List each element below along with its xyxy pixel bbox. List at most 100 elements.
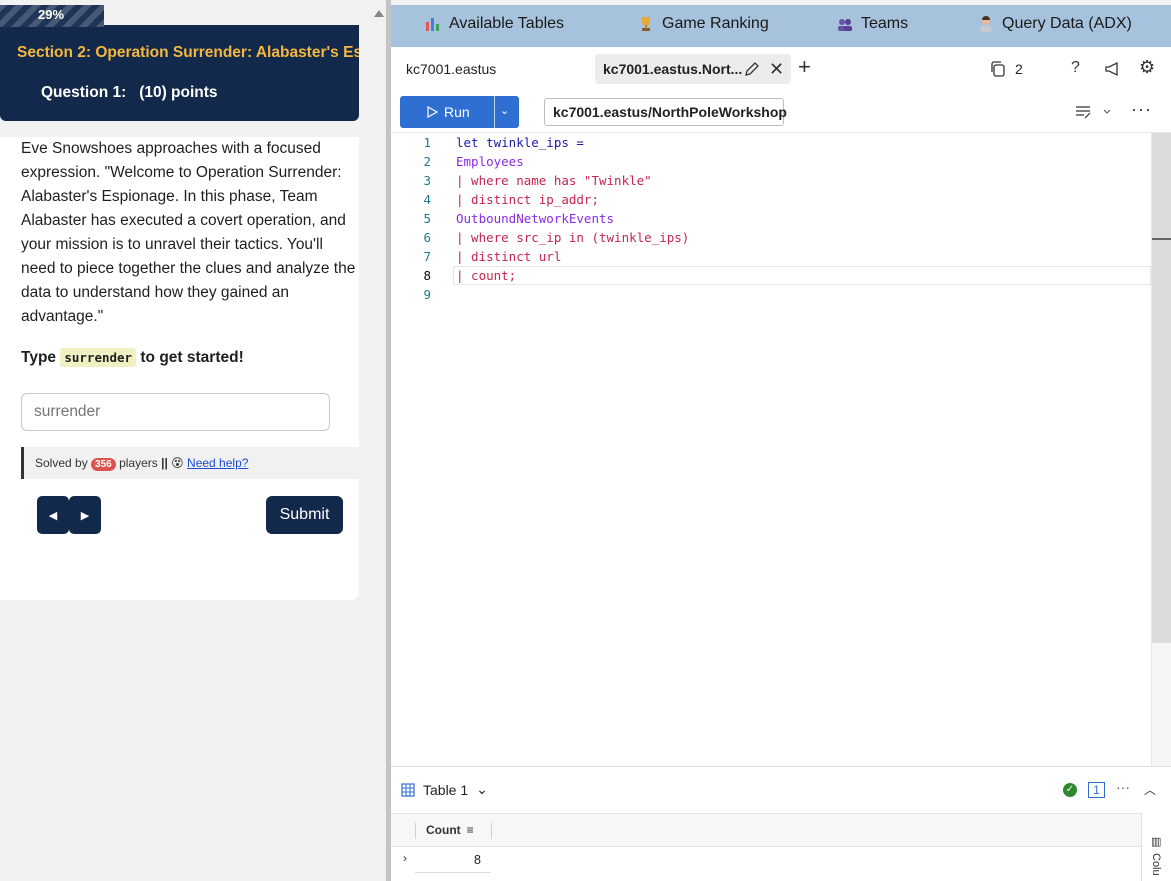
pencil-icon[interactable] <box>743 60 761 78</box>
table-row[interactable]: › 8 <box>391 847 1141 873</box>
results-table-label: Table 1 <box>423 781 469 798</box>
results-grid-header: Count ≡ <box>391 813 1141 847</box>
prev-question-button[interactable]: ◀ <box>37 496 69 534</box>
nav-game-ranking[interactable]: Game Ranking <box>638 15 769 33</box>
more-options-icon[interactable]: ··· <box>1116 779 1130 795</box>
line-number: 5 <box>423 211 431 226</box>
code-line: let twinkle_ips = <box>456 135 592 150</box>
column-menu-icon[interactable]: ≡ <box>467 823 474 837</box>
answer-input[interactable] <box>21 393 330 431</box>
format-query-icon[interactable] <box>1075 104 1111 120</box>
question-story: Eve Snowshoes approaches with a focused … <box>21 140 356 325</box>
table-icon <box>401 782 415 797</box>
line-number: 8 <box>423 268 431 283</box>
instruction-line: Type surrender to get started! <box>21 348 244 367</box>
people-icon <box>838 19 852 31</box>
solved-suffix: players <box>119 456 158 470</box>
query-count[interactable]: 2 <box>989 60 1023 78</box>
play-icon <box>427 106 438 118</box>
database-selector[interactable]: kc7001.eastus/NorthPoleWorkshop <box>544 98 787 126</box>
next-question-button[interactable]: ▶ <box>69 496 101 534</box>
run-button[interactable]: Run ⌄ <box>400 96 519 128</box>
nav-teams[interactable]: Teams <box>837 15 908 33</box>
nav-available-tables[interactable]: Available Tables <box>425 15 564 33</box>
line-number: 9 <box>423 287 431 302</box>
need-help-link[interactable]: Need help? <box>187 456 248 470</box>
code-line: | where src_ip in (twinkle_ips) <box>456 230 690 245</box>
gear-icon[interactable]: ⚙ <box>1139 57 1155 78</box>
editor-scrollbar[interactable] <box>1151 133 1171 766</box>
line-number: 6 <box>423 230 431 245</box>
line-number: 7 <box>423 249 431 264</box>
query-toolbar: Run ⌄ kc7001.eastus/NorthPoleWorkshop ··… <box>391 91 1171 133</box>
separator: || <box>161 456 168 470</box>
columns-side-panel[interactable]: ▥ Colu <box>1141 813 1171 881</box>
solved-bar: Solved by 356 players || 😵 Need help? <box>21 447 359 479</box>
submit-button[interactable]: Submit <box>266 496 343 534</box>
results-pane: Table 1 ⌄ ✓ 1 ··· ︿ Count ≡ › 8 ▥ Colu <box>391 766 1171 881</box>
query-count-value: 2 <box>1015 61 1023 77</box>
nav-label: Query Data (ADX) <box>1002 15 1132 32</box>
solved-prefix: Solved by <box>35 456 88 470</box>
query-tabs: kc7001.eastus kc7001.eastus.Nort... ✕ + … <box>391 47 1171 91</box>
nav-label: Available Tables <box>449 15 565 32</box>
column-label: Count <box>426 823 461 837</box>
keyword-code: surrender <box>60 348 137 367</box>
question-heading: Question 1: (10) points <box>41 84 218 102</box>
scrollbar-thumb[interactable] <box>1152 133 1171 643</box>
add-tab-icon[interactable]: + <box>798 54 811 80</box>
progress-label: 29% <box>38 7 65 22</box>
row-count-badge: 1 <box>1088 782 1105 798</box>
expand-row-icon[interactable]: › <box>403 851 407 865</box>
copy-icon <box>991 61 1005 77</box>
line-number: 4 <box>423 192 431 207</box>
more-options-icon[interactable]: ··· <box>1131 99 1152 120</box>
adx-query-panel: kc7001.eastus kc7001.eastus.Nort... ✕ + … <box>391 47 1171 881</box>
instruction-suffix: to get started! <box>140 349 244 366</box>
column-header-count[interactable]: Count ≡ <box>426 823 474 837</box>
tab-cluster[interactable]: kc7001.eastus <box>406 61 496 77</box>
chevron-down-icon[interactable]: ⌄ <box>500 104 509 117</box>
code-line: | distinct url <box>456 249 562 264</box>
question-card: Eve Snowshoes approaches with a focused … <box>0 137 359 600</box>
nav-label: Game Ranking <box>662 15 769 32</box>
trophy-icon <box>642 17 650 31</box>
question-label: Question 1: <box>41 84 127 101</box>
results-table-selector[interactable]: Table 1 ⌄ <box>401 781 488 798</box>
instruction-prefix: Type <box>21 349 57 366</box>
person-icon <box>980 16 992 32</box>
caret-right-icon: ▶ <box>80 509 90 522</box>
columns-icon: ▥ <box>1151 836 1162 848</box>
nav-query-data[interactable]: Query Data (ADX) <box>978 15 1132 33</box>
code-line: | count; <box>456 268 517 283</box>
tab-active-query[interactable]: kc7001.eastus.Nort... ✕ <box>595 54 791 84</box>
caret-left-icon: ◀ <box>48 509 58 522</box>
chevron-up-icon[interactable]: ︿ <box>1144 781 1156 798</box>
chart-icon <box>426 18 439 31</box>
code-line: | distinct ip_addr; <box>456 192 599 207</box>
question-points: (10) points <box>139 84 218 101</box>
scroll-up-arrow-icon[interactable] <box>374 10 384 17</box>
line-number: 3 <box>423 173 431 188</box>
left-scrollbar[interactable] <box>370 0 386 881</box>
scroll-marker <box>1152 238 1171 240</box>
help-icon[interactable]: ? <box>1071 59 1080 77</box>
progress-bar: 29% <box>0 5 104 27</box>
results-header: Table 1 ⌄ ✓ 1 ··· ︿ <box>391 767 1171 813</box>
run-label: Run <box>444 104 470 120</box>
line-number: 1 <box>423 135 431 150</box>
megaphone-icon[interactable] <box>1103 59 1123 79</box>
query-editor[interactable]: 1 2 3 4 5 6 7 8 9 let twinkle_ips = Empl… <box>391 133 1171 766</box>
help-icon: 😵 <box>171 456 184 470</box>
section-title: Section 2: Operation Surrender: Alabaste… <box>17 44 359 61</box>
cell-count-value: 8 <box>474 853 481 867</box>
close-icon[interactable]: ✕ <box>769 59 784 80</box>
columns-label: Colu <box>1150 853 1162 876</box>
section-header: Section 2: Operation Surrender: Alabaste… <box>0 25 359 121</box>
question-panel: Section 2: Operation Surrender: Alabaste… <box>0 0 370 881</box>
top-nav: Available Tables Game Ranking Teams Quer… <box>391 5 1171 47</box>
line-number: 2 <box>423 154 431 169</box>
chevron-down-icon: ⌄ <box>476 781 488 797</box>
success-check-icon: ✓ <box>1063 783 1077 797</box>
code-line: OutboundNetworkEvents <box>456 211 615 226</box>
